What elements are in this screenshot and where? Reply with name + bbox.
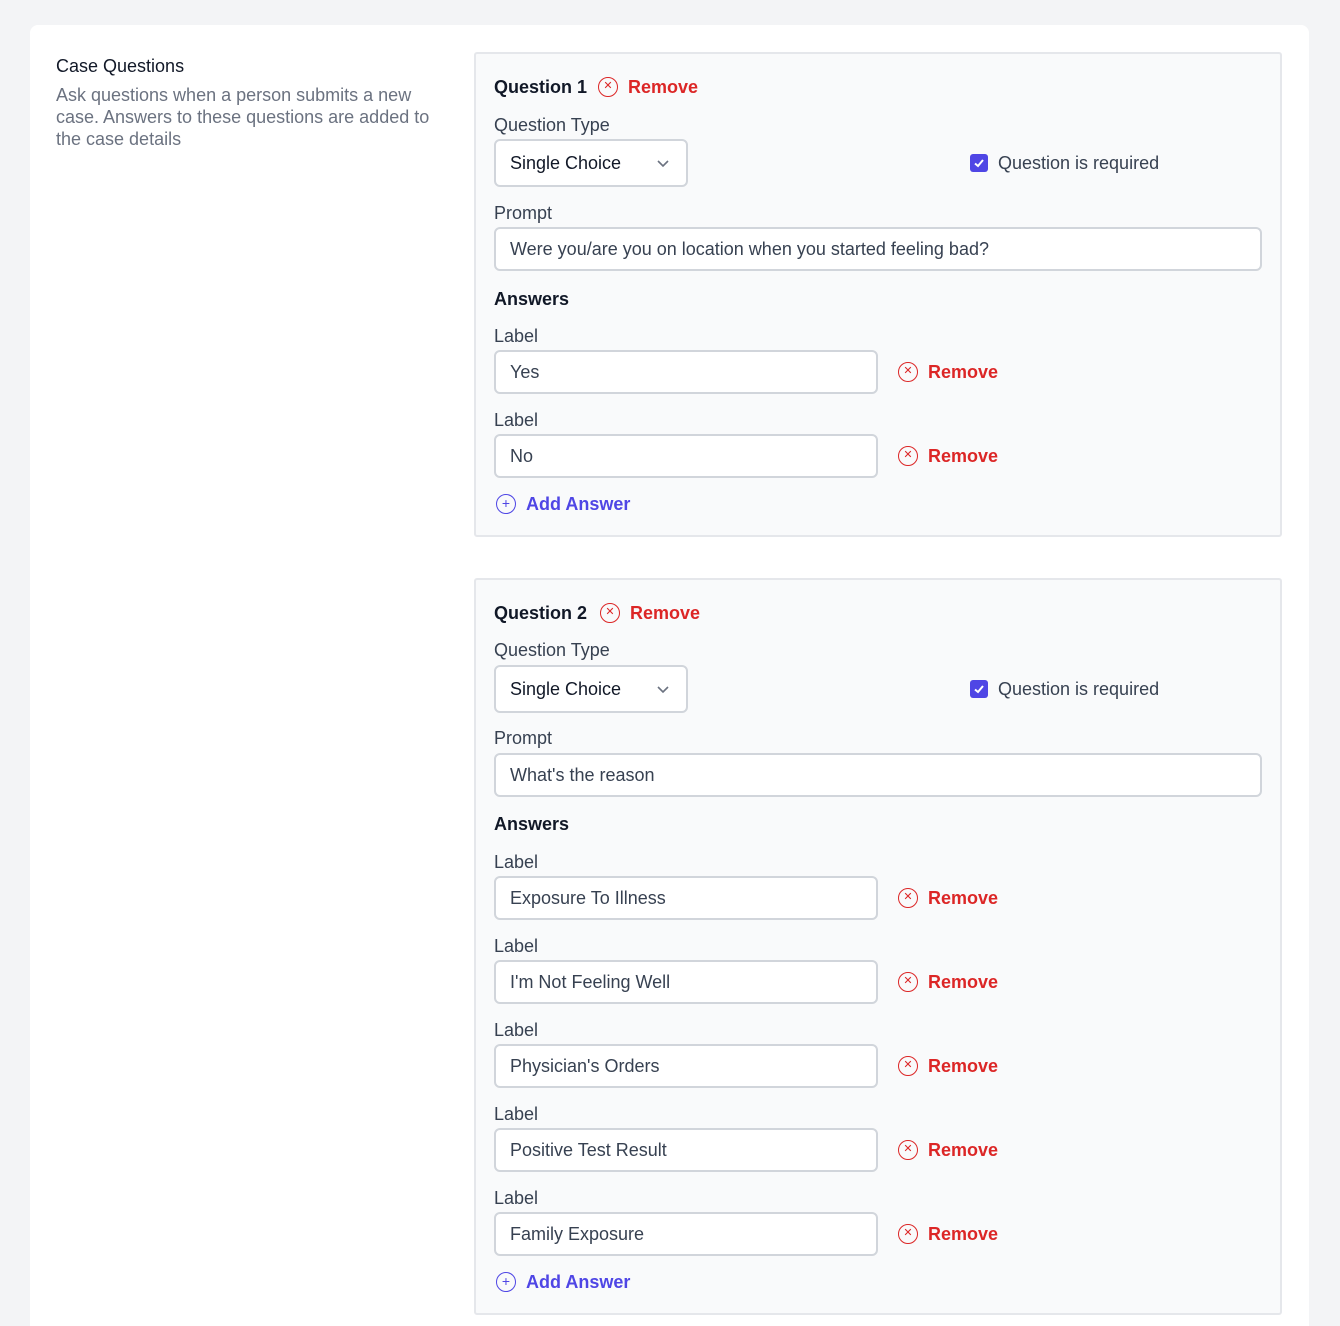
section-info: Case Questions Ask questions when a pers… [56,54,446,150]
remove-circle-icon: ✕ [898,972,918,992]
remove-circle-icon: ✕ [898,362,918,382]
checkbox-checked-icon [970,680,988,698]
answer-label: Label [494,936,539,956]
answer-label: Label [494,410,539,430]
prompt-label: Prompt [494,203,553,223]
answer-label: Label [494,852,539,872]
chevron-down-icon [657,160,669,168]
remove-answer-button[interactable]: ✕ Remove [898,886,998,910]
answer-input[interactable]: Family Exposure [494,1212,878,1256]
prompt-label: Prompt [494,728,553,748]
question-title: Question 2 [494,603,588,623]
remove-answer-button[interactable]: ✕ Remove [898,1138,998,1162]
answer-input[interactable]: Physician's Orders [494,1044,878,1088]
answers-heading: Answers [494,814,570,834]
remove-question-button[interactable]: ✕ Remove [598,75,698,99]
remove-circle-icon: ✕ [898,1140,918,1160]
answer-input[interactable]: No [494,434,878,478]
required-checkbox[interactable]: Question is required [970,151,1159,175]
answer-input[interactable]: Positive Test Result [494,1128,878,1172]
add-answer-button[interactable]: + Add Answer [496,492,630,516]
answer-label: Label [494,326,539,346]
prompt-input[interactable]: What's the reason [494,753,1262,797]
question-card-1: Question 1 ✕ Remove Question Type Single… [474,52,1282,537]
question-type-select[interactable]: Single Choice [494,139,688,187]
remove-circle-icon: ✕ [898,1224,918,1244]
remove-circle-icon: ✕ [898,888,918,908]
answer-label: Label [494,1020,539,1040]
remove-answer-button[interactable]: ✕ Remove [898,360,998,384]
remove-circle-icon: ✕ [898,1056,918,1076]
prompt-input[interactable]: Were you/are you on location when you st… [494,227,1262,271]
question-type-label: Question Type [494,115,610,135]
question-card-2: Question 2 ✕ Remove Question Type Single… [474,578,1282,1315]
question-type-select[interactable]: Single Choice [494,665,688,713]
question-type-label: Question Type [494,640,610,660]
required-checkbox[interactable]: Question is required [970,677,1159,701]
plus-circle-icon: + [496,494,516,514]
answer-label: Label [494,1188,539,1208]
add-answer-button[interactable]: + Add Answer [496,1270,630,1294]
remove-answer-button[interactable]: ✕ Remove [898,970,998,994]
answer-input[interactable]: I'm Not Feeling Well [494,960,878,1004]
answer-label: Label [494,1104,539,1124]
remove-circle-icon: ✕ [598,77,618,97]
section-description: Ask questions when a person submits a ne… [56,85,430,149]
remove-answer-button[interactable]: ✕ Remove [898,444,998,468]
answer-input[interactable]: Yes [494,350,878,394]
remove-circle-icon: ✕ [600,603,620,623]
remove-answer-button[interactable]: ✕ Remove [898,1054,998,1078]
chevron-down-icon [657,686,669,694]
answers-heading: Answers [494,289,570,309]
plus-circle-icon: + [496,1272,516,1292]
answer-input[interactable]: Exposure To Illness [494,876,878,920]
remove-answer-button[interactable]: ✕ Remove [898,1222,998,1246]
checkbox-checked-icon [970,154,988,172]
question-title: Question 1 [494,77,588,97]
remove-question-button[interactable]: ✕ Remove [600,601,700,625]
section-title: Case Questions [56,56,185,76]
remove-circle-icon: ✕ [898,446,918,466]
